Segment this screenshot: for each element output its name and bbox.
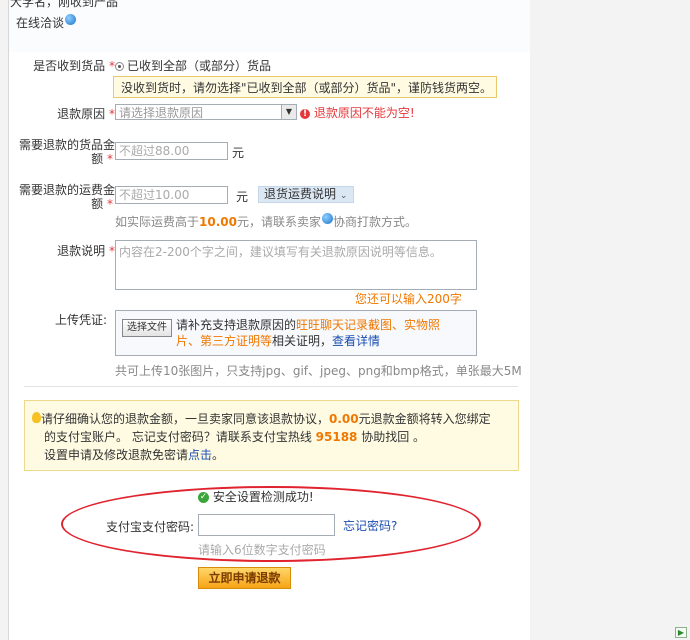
notice-text: 请仔细确认您的退款金额，一旦卖家同意该退款协议，0.00元退款金额将转入您绑定 … bbox=[32, 410, 517, 464]
goods-amount-label: 需要退款的货品金 额 * bbox=[10, 138, 115, 166]
received-option[interactable]: 已收到全部（或部分）货品 bbox=[115, 57, 271, 74]
divider bbox=[24, 386, 518, 387]
reason-label: 退款原因 bbox=[57, 107, 106, 121]
notice-line3-suffix: 。 bbox=[212, 448, 225, 462]
upload-text: 请补充支持退款原因的旺旺聊天记录截图、实物照片、第三方证明等相关证明，查看详情 bbox=[176, 317, 472, 349]
shipping-hint-suffix: 协商打款方式。 bbox=[333, 215, 418, 229]
upload-text-highlight-2: 片、第三方证明等 bbox=[176, 334, 273, 348]
radio-icon[interactable] bbox=[115, 62, 124, 71]
upload-text-prefix: 请补充支持退款原因的 bbox=[176, 318, 297, 332]
received-label-row: 是否收到货品 * bbox=[20, 57, 115, 74]
online-chat-label: 在线洽谈 bbox=[16, 16, 65, 30]
lightbulb-icon bbox=[32, 412, 41, 423]
description-counter: 您还可以输入200字 bbox=[355, 292, 462, 306]
online-chat-link[interactable]: 在线洽谈 bbox=[16, 14, 77, 31]
description-textarea[interactable]: 内容在2-200个字之间，建议填写有关退款原因说明等信息。 bbox=[115, 240, 477, 290]
shipping-hint-value: 10.00 bbox=[199, 215, 237, 229]
notice-line3-prefix: 设置申请及修改退款免密请 bbox=[44, 448, 189, 462]
required-mark: * bbox=[105, 107, 115, 121]
shipping-hint-prefix: 如实际运费高于 bbox=[115, 215, 200, 229]
received-option-label: 已收到全部（或部分）货品 bbox=[127, 59, 272, 73]
chevron-down-icon: ⌄ bbox=[339, 191, 348, 201]
reason-error-text: 退款原因不能为空! bbox=[313, 106, 415, 120]
expand-icon[interactable]: ▶ bbox=[675, 627, 687, 638]
notice-line-2: 的支付宝账户。 忘记支付密码？请联系支付宝热线 95188 协助找回 。 bbox=[32, 428, 517, 446]
shipping-explain-dropdown[interactable]: 退货运费说明 ⌄ bbox=[258, 186, 354, 203]
shipping-explain-label: 退货运费说明 bbox=[264, 187, 337, 201]
upload-limit: 共可上传10张图片，只支持jpg、gif、jpeg、png和bmp格式，单张最大… bbox=[115, 364, 522, 378]
reason-error: ! 退款原因不能为空! bbox=[300, 104, 415, 121]
notice-amount: 0.00 bbox=[329, 412, 359, 426]
goods-amount-label-line1: 需要退款的货品金 bbox=[18, 138, 115, 152]
wangwang-icon bbox=[65, 14, 77, 25]
goods-amount-unit: 元 bbox=[232, 146, 245, 160]
shipping-amount-label-line2-row: 额 * bbox=[10, 197, 115, 211]
notice-line2-suffix: 协助找回 。 bbox=[361, 430, 426, 444]
error-icon: ! bbox=[300, 108, 310, 119]
top-cut-text: 大学名，刚收到产品 bbox=[10, 0, 119, 9]
settings-click-link[interactable]: 点击 bbox=[188, 448, 212, 462]
shipping-hint-unit: 元，请联系卖家 bbox=[236, 215, 321, 229]
description-label: 退款说明 bbox=[57, 244, 106, 258]
shipping-amount-input[interactable]: 不超过10.00 bbox=[115, 186, 228, 204]
shipping-amount-label-line2: 额 bbox=[91, 197, 104, 211]
annotation-ellipse bbox=[61, 486, 481, 562]
received-label: 是否收到货品 bbox=[33, 59, 106, 73]
notice-line-3: 设置申请及修改退款免密请点击。 bbox=[32, 446, 517, 464]
choose-file-button[interactable]: 选择文件 bbox=[122, 319, 172, 337]
required-mark: * bbox=[105, 59, 115, 73]
goods-amount-input[interactable]: 不超过88.00 bbox=[115, 142, 228, 160]
notice-line2-prefix: 的支付宝账户。 忘记支付密码？请联系支付宝热线 bbox=[44, 430, 312, 444]
shipping-amount-label-line1: 需要退款的运费金 bbox=[18, 183, 115, 197]
reason-label-row: 退款原因 * bbox=[20, 105, 115, 122]
required-mark: * bbox=[103, 197, 113, 211]
notice-line1-prefix: 请仔细确认您的退款金额，一旦卖家同意该退款协议， bbox=[41, 412, 330, 426]
upload-text-highlight-1: 旺旺聊天记录截图、实物照 bbox=[296, 318, 441, 332]
reason-select-value: 请选择退款原因 bbox=[119, 106, 204, 120]
notice-line1-suffix: 元退款金额将转入您绑定 bbox=[358, 412, 491, 426]
shipping-amount-label: 需要退款的运费金 额 * bbox=[10, 183, 115, 211]
goods-amount-label-line2-row: 额 * bbox=[10, 152, 115, 166]
reason-select[interactable]: 请选择退款原因 ▼ bbox=[115, 104, 297, 120]
submit-refund-button[interactable]: 立即申请退款 bbox=[198, 567, 291, 589]
required-mark: * bbox=[105, 244, 115, 258]
received-tip: 没收到货时，请勿选择"已收到全部（或部分）货品"，谨防钱货两空。 bbox=[113, 76, 497, 98]
required-mark: * bbox=[103, 152, 113, 166]
shipping-hint: 如实际运费高于10.00元，请联系卖家 协商打款方式。 bbox=[115, 213, 417, 230]
chevron-down-icon[interactable]: ▼ bbox=[281, 105, 296, 119]
view-details-link[interactable]: 查看详情 bbox=[332, 334, 380, 348]
wangwang-icon[interactable] bbox=[322, 213, 333, 224]
upload-label: 上传凭证: bbox=[54, 313, 107, 327]
upload-text-mid: 相关证明， bbox=[272, 334, 333, 348]
description-label-row: 退款说明 * bbox=[20, 242, 115, 259]
notice-line-1: 请仔细确认您的退款金额，一旦卖家同意该退款协议，0.00元退款金额将转入您绑定 bbox=[32, 410, 517, 428]
goods-amount-label-line2: 额 bbox=[91, 152, 104, 166]
shipping-amount-unit: 元 bbox=[236, 190, 249, 204]
notice-hotline: 95188 bbox=[315, 430, 358, 444]
